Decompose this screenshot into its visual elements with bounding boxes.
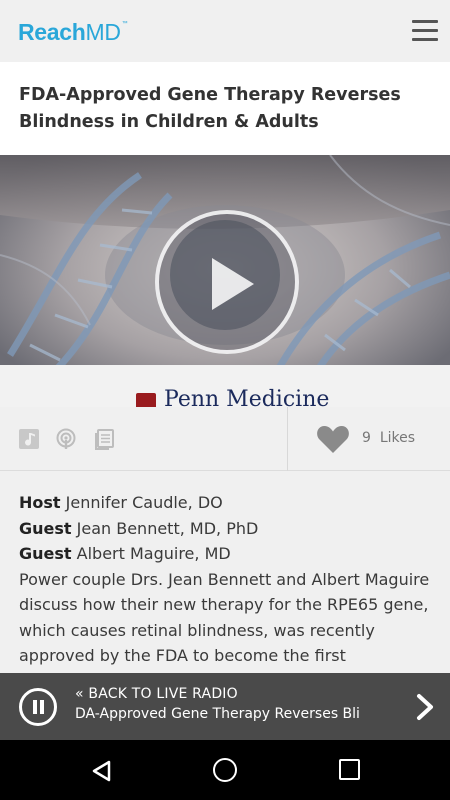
transcript-icon[interactable] xyxy=(94,428,116,450)
music-note-icon[interactable] xyxy=(18,428,40,450)
host-credit: Host Jennifer Caudle, DO xyxy=(19,493,223,512)
home-nav-icon[interactable] xyxy=(213,758,237,782)
episode-description: Power couple Drs. Jean Bennett and Alber… xyxy=(19,569,430,666)
chevron-right-icon[interactable] xyxy=(412,693,438,721)
pause-icon[interactable] xyxy=(19,688,57,726)
play-icon xyxy=(212,258,254,310)
likes-count: 9 Likes xyxy=(362,430,416,446)
article-header: FDA-Approved Gene Therapy Reverses Blind… xyxy=(0,62,450,155)
play-button[interactable] xyxy=(155,210,299,354)
guest-credit: Guest Albert Maguire, MD xyxy=(19,544,231,563)
action-bar: 9 Likes xyxy=(0,407,450,471)
recent-apps-icon[interactable] xyxy=(339,759,360,780)
sponsor-banner: Penn Medicine xyxy=(0,365,450,407)
article-title: FDA-Approved Gene Therapy Reverses Blind… xyxy=(19,85,401,132)
podcast-icon[interactable] xyxy=(55,428,77,450)
reachmd-logo[interactable]: ReachMD™ xyxy=(18,19,128,46)
guest-credit: Guest Jean Bennett, MD, PhD xyxy=(19,518,259,538)
penn-shield-icon xyxy=(136,393,156,407)
episode-details: Host Jennifer Caudle, DO Guest Jean Benn… xyxy=(19,490,434,669)
hamburger-menu-icon[interactable] xyxy=(412,20,438,42)
sponsor-name: Penn Medicine xyxy=(164,387,330,407)
back-nav-icon[interactable] xyxy=(90,759,112,783)
app-header: ReachMD™ xyxy=(0,0,450,62)
video-player[interactable]: Penn Medicine xyxy=(0,155,450,407)
action-divider xyxy=(287,407,288,471)
now-playing-title: DA-Approved Gene Therapy Reverses Bli xyxy=(75,706,360,722)
system-nav-bar xyxy=(0,740,450,800)
back-to-live-radio-link[interactable]: « BACK TO LIVE RADIO xyxy=(75,686,238,702)
heart-icon[interactable] xyxy=(316,423,350,455)
live-radio-player[interactable]: « BACK TO LIVE RADIO DA-Approved Gene Th… xyxy=(0,673,450,740)
